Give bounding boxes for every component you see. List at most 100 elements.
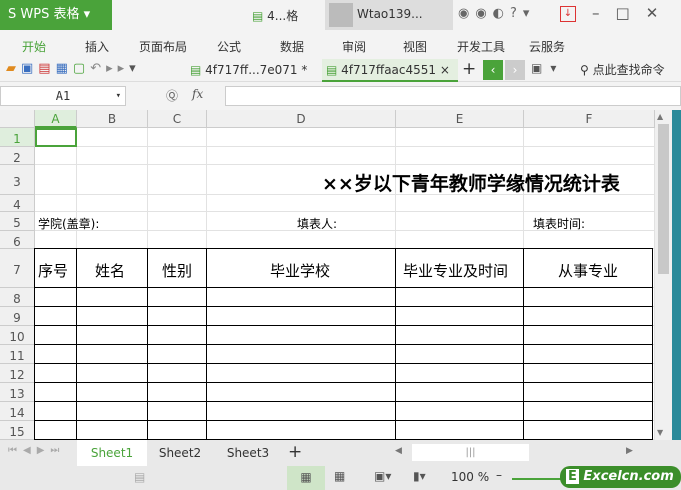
document-icon: ▤: [190, 63, 206, 77]
maximize-icon[interactable]: □: [616, 4, 646, 22]
command-search[interactable]: ⚲ 点此查找命令: [580, 61, 665, 78]
fx-icon[interactable]: fx: [192, 87, 203, 101]
horizontal-scroll-thumb[interactable]: |||: [412, 444, 529, 461]
undo-icon[interactable]: ↶: [90, 61, 106, 76]
column-header-a[interactable]: A: [35, 110, 77, 128]
chevron-down-icon[interactable]: ▾: [116, 87, 121, 105]
menu-view[interactable]: 视图: [403, 38, 427, 55]
print-icon[interactable]: ▦: [56, 61, 73, 76]
column-header-b[interactable]: B: [77, 110, 148, 128]
search-icon: ⚲: [580, 63, 593, 77]
row-header[interactable]: 11: [0, 345, 35, 364]
row-header[interactable]: 15: [0, 421, 35, 440]
new-tab-icon[interactable]: +: [462, 59, 476, 79]
menu-insert[interactable]: 插入: [85, 38, 109, 55]
eye-protection-icon[interactable]: ▮▾: [413, 469, 426, 483]
more-icon[interactable]: ▸▸: [106, 61, 129, 76]
document-icon: ▤: [326, 63, 342, 77]
tab-doc-1[interactable]: ▤ 4f717ff...7e071 * ×: [186, 59, 318, 99]
zoom-level: 100 %: [451, 470, 490, 484]
table-border: [34, 248, 35, 440]
row-header[interactable]: 1: [0, 128, 35, 147]
select-all-corner[interactable]: [0, 110, 35, 128]
sheet-tab-1[interactable]: Sheet1: [77, 440, 147, 466]
minimize-icon[interactable]: –: [592, 4, 616, 22]
row-header[interactable]: 3: [0, 165, 35, 195]
sheet-tab-3[interactable]: Sheet3: [218, 440, 278, 466]
column-header-e[interactable]: E: [396, 110, 524, 128]
calculator-icon[interactable]: ▤: [134, 470, 145, 484]
row-header[interactable]: 5: [0, 212, 35, 231]
scroll-right-icon[interactable]: ▶: [626, 446, 633, 456]
dropdown-icon[interactable]: ▾: [129, 61, 141, 76]
export-pdf-icon[interactable]: ▤: [38, 61, 55, 76]
tab-tools-icons[interactable]: ▣▾: [531, 61, 564, 75]
zoom-out-icon[interactable]: –: [496, 468, 502, 482]
header-school: 毕业学校: [270, 262, 331, 280]
table-border: [35, 325, 653, 326]
menu-formula[interactable]: 公式: [217, 38, 241, 55]
tab-doc-2[interactable]: ▤ 4f717ffaac4551 ×: [322, 59, 458, 82]
doc-title: ▤ 4...格: [252, 9, 299, 23]
add-sheet-icon[interactable]: +: [288, 442, 302, 462]
column-header-c[interactable]: C: [148, 110, 207, 128]
print-preview-icon[interactable]: ▢: [73, 61, 90, 76]
menu-home[interactable]: 开始: [22, 38, 46, 55]
avatar: [329, 3, 353, 27]
spreadsheet-grid[interactable]: A B C D E F 1 2 3 4 5 6 7 8 9 10 11 12 13 14 15 ××岁以下青…: [0, 110, 655, 440]
row-header[interactable]: 12: [0, 364, 35, 383]
table-border: [35, 344, 653, 345]
app-menu-button[interactable]: S WPS 表格 ▾: [0, 0, 112, 30]
formula-input[interactable]: [225, 86, 681, 106]
table-border: [395, 248, 396, 440]
row-header[interactable]: 14: [0, 402, 35, 421]
prev-tab-icon[interactable]: ‹: [483, 60, 503, 80]
row-header[interactable]: 8: [0, 288, 35, 307]
page-break-view-icon[interactable]: ▦: [334, 469, 345, 483]
title-icons[interactable]: ◉◉◐?▾: [458, 6, 535, 21]
name-box[interactable]: A1 ▾: [0, 86, 126, 106]
window-controls[interactable]: –□✕: [592, 4, 674, 22]
zoom-formula-icon[interactable]: Ⓠ: [166, 87, 178, 104]
table-border: [35, 363, 653, 364]
zoom-slider[interactable]: [512, 478, 562, 480]
sheet-tab-2[interactable]: Sheet2: [150, 440, 210, 466]
gridline: [35, 211, 655, 212]
menu-page-layout[interactable]: 页面布局: [139, 38, 187, 55]
row-header[interactable]: 2: [0, 147, 35, 165]
row-header[interactable]: 9: [0, 307, 35, 326]
open-icon[interactable]: ▰: [6, 61, 21, 76]
reading-mode-icon[interactable]: ▣▾: [374, 469, 391, 483]
gridline: [35, 146, 655, 147]
active-cell[interactable]: [35, 128, 77, 147]
row-header[interactable]: 13: [0, 383, 35, 402]
column-header-d[interactable]: D: [207, 110, 396, 128]
close-tab-icon[interactable]: ×: [440, 63, 450, 77]
scroll-thumb[interactable]: [658, 124, 669, 274]
close-icon[interactable]: ✕: [646, 4, 675, 22]
user-account[interactable]: Wtao139...: [325, 0, 453, 30]
menu-review[interactable]: 审阅: [342, 38, 366, 55]
quick-access-icons[interactable]: ▰▣▤▦▢↶▸▸▾: [6, 61, 141, 76]
normal-view-icon[interactable]: ▦: [287, 466, 325, 490]
row-header[interactable]: 6: [0, 231, 35, 249]
menu-developer[interactable]: 开发工具: [457, 38, 505, 55]
scroll-up-icon[interactable]: ▲: [657, 112, 663, 121]
next-tab-icon[interactable]: ›: [505, 60, 525, 80]
document-icon: ▤: [252, 9, 268, 23]
scroll-left-icon[interactable]: ◀: [395, 446, 402, 456]
vertical-scrollbar[interactable]: ▲ ▼: [655, 110, 672, 440]
scroll-down-icon[interactable]: ▼: [657, 428, 663, 437]
table-border: [35, 420, 653, 421]
table-border: [35, 287, 653, 288]
row-header[interactable]: 10: [0, 326, 35, 345]
column-header-f[interactable]: F: [524, 110, 655, 128]
download-icon[interactable]: ↓: [560, 6, 576, 22]
row-header[interactable]: 7: [0, 249, 35, 288]
header-gender: 性别: [162, 262, 193, 280]
sheet-nav-icons[interactable]: ⏮◀▶⏭: [8, 445, 65, 456]
menu-cloud[interactable]: 云服务: [529, 38, 565, 55]
save-icon[interactable]: ▣: [21, 61, 38, 76]
row-header[interactable]: 4: [0, 195, 35, 212]
menu-data[interactable]: 数据: [280, 38, 304, 55]
